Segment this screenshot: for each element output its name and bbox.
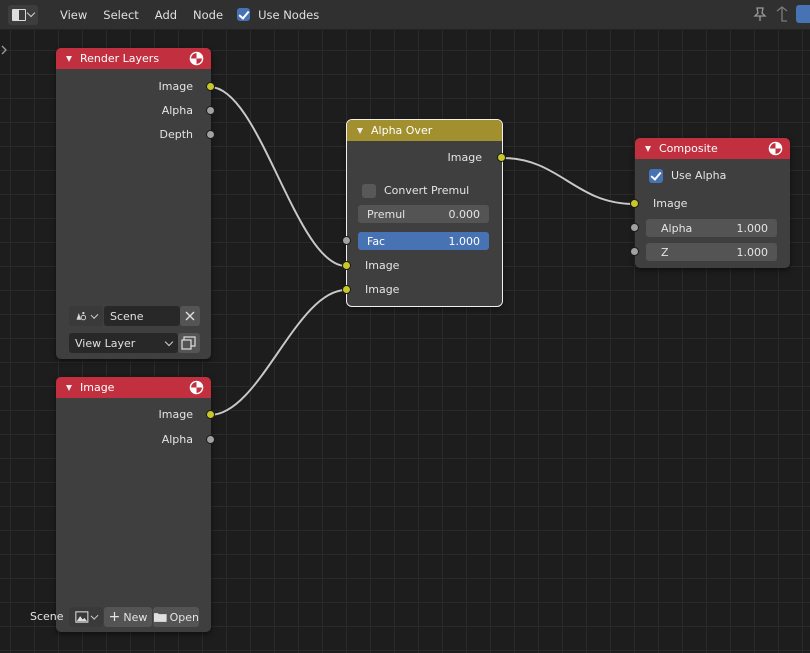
z-label: Z [661,245,669,259]
collapse-triangle-icon[interactable] [357,127,363,134]
image-node-header[interactable]: Image [56,377,211,398]
scene-type-dropdown[interactable] [69,306,103,326]
node-title: Composite [659,142,718,155]
alpha-over-node[interactable]: Alpha Over Image Convert Premul Premul 0… [342,119,506,307]
socket-output-image[interactable] [206,410,215,419]
render-icon [189,51,204,66]
alpha-field[interactable]: Alpha 1.000 [646,219,777,237]
premul-value: 0.000 [448,207,481,221]
convert-premul-label: Convert Premul [384,184,470,197]
use-alpha-label: Use Alpha [671,169,727,182]
composite-header[interactable]: Composite [635,138,790,159]
render-layers-header[interactable]: Render Layers [56,48,211,69]
socket-output-alpha[interactable] [206,435,215,444]
input-label-image-1: Image [365,259,400,272]
fac-label: Fac [367,234,386,248]
open-label: Open [169,610,199,624]
socket-input-image-2[interactable] [342,285,351,294]
render-layers-node[interactable]: Render Layers Image Alpha Depth Scene Vi… [56,48,215,359]
collapse-triangle-icon[interactable] [645,145,651,152]
output-label-alpha: Alpha [161,104,193,117]
render-region-icon [181,336,196,350]
convert-premul-checkbox[interactable] [362,184,376,198]
alpha-over-header[interactable]: Alpha Over [347,120,502,141]
view-layer-dropdown[interactable]: View Layer [69,333,178,353]
composite-node[interactable]: Composite Use Alpha Image Alpha 1.000 Z … [630,138,790,268]
premul-label: Premul [367,207,406,221]
chevron-down-icon [90,611,99,620]
scene-icon [76,311,87,321]
open-image-button[interactable]: Open [153,607,199,627]
socket-output-image[interactable] [497,153,506,162]
image-browse-dropdown[interactable] [69,607,103,627]
input-label-image: Image [653,197,688,210]
socket-output-image[interactable] [206,82,215,91]
output-label-alpha: Alpha [161,433,193,446]
socket-output-depth[interactable] [206,130,215,139]
collapse-triangle-icon[interactable] [66,55,72,62]
image-node[interactable]: Image Image Alpha + New Open [56,377,215,632]
socket-input-image-1[interactable] [342,261,351,270]
z-field[interactable]: Z 1.000 [646,243,777,261]
use-alpha-checkbox[interactable] [649,169,663,183]
view-layer-value: View Layer [75,336,136,350]
folder-icon [153,613,167,622]
output-label-image: Image [158,80,193,93]
input-label-image-2: Image [365,283,400,296]
z-value: 1.000 [736,245,769,259]
output-label-depth: Depth [159,128,193,141]
output-label-image: Image [447,151,482,164]
render-view-layer-button[interactable] [178,333,200,353]
fac-value: 1.000 [448,234,481,248]
socket-output-alpha[interactable] [206,106,215,115]
premul-field[interactable]: Premul 0.000 [358,205,489,223]
render-icon [768,141,783,156]
chevron-down-icon [164,337,174,346]
alpha-label: Alpha [661,221,693,235]
chevron-down-icon [90,310,99,319]
socket-input-fac[interactable] [342,236,351,245]
output-label-image: Image [158,408,193,421]
node-title: Render Layers [80,52,160,65]
image-icon [75,611,89,623]
scene-field[interactable]: Scene [104,306,180,326]
alpha-value: 1.000 [736,221,769,235]
plus-icon: + [108,609,121,625]
socket-input-alpha[interactable] [630,223,639,232]
socket-input-image[interactable] [630,199,639,208]
node-title: Alpha Over [371,124,433,137]
new-image-button[interactable]: + New [104,607,152,627]
unlink-scene-button[interactable] [180,306,200,326]
socket-input-z[interactable] [630,247,639,256]
close-icon [185,311,195,321]
node-title: Image [80,381,115,394]
scene-value: Scene [110,309,144,323]
fac-slider[interactable]: Fac 1.000 [358,232,489,250]
render-icon [189,380,204,395]
collapse-triangle-icon[interactable] [66,384,72,391]
scene-label: Scene [30,610,64,623]
new-label: New [123,610,148,624]
